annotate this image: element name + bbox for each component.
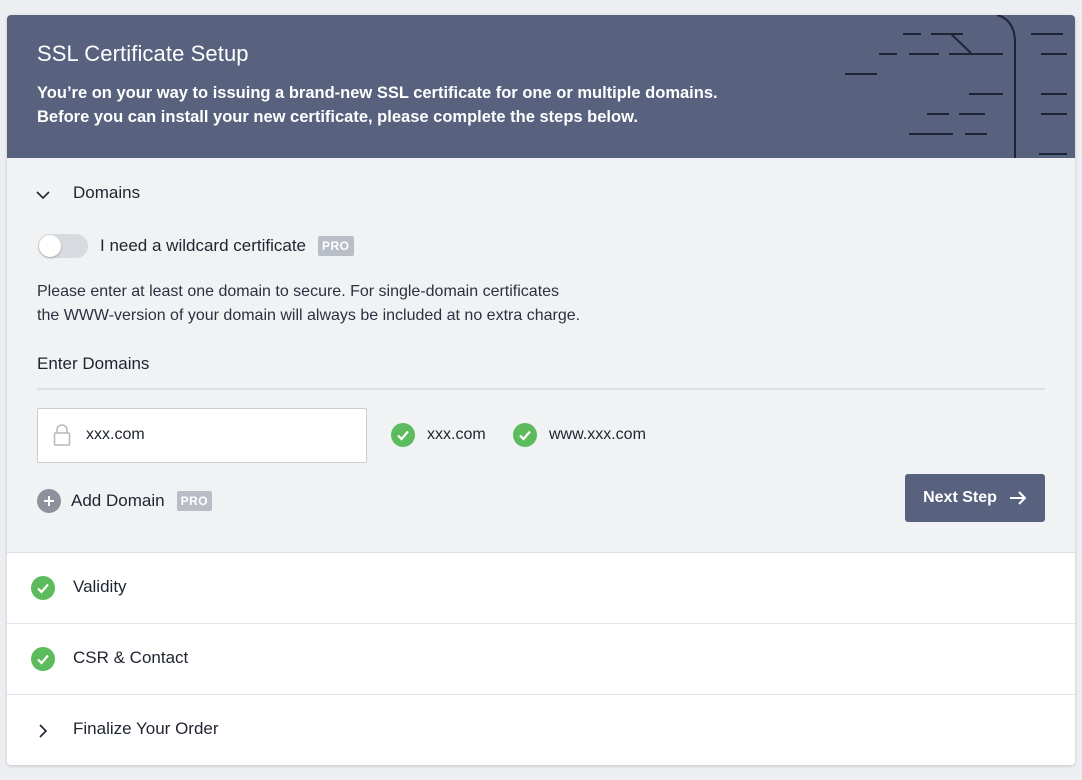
step-label: CSR & Contact xyxy=(73,648,189,667)
header-description-line-2: Before you can install your new certific… xyxy=(37,108,638,126)
instructions-line-1: Please enter at least one domain to secu… xyxy=(37,283,560,300)
setup-header: SSL Certificate Setup You’re on your way… xyxy=(7,15,1075,158)
validated-domain-1: xxx.com xyxy=(391,423,486,447)
step-label: Validity xyxy=(73,577,127,596)
step-label: Finalize Your Order xyxy=(73,719,219,738)
enter-domains-label: Enter Domains xyxy=(37,354,150,373)
next-step-label: Next Step xyxy=(923,489,997,506)
validated-domain-label: xxx.com xyxy=(427,426,486,443)
validated-domain-2: www.xxx.com xyxy=(513,423,646,447)
next-step-button[interactable]: Next Step xyxy=(905,474,1045,522)
check-circle-icon xyxy=(513,423,537,447)
domain-input-container xyxy=(37,408,367,463)
header-description-line-1: You’re on your way to issuing a brand-ne… xyxy=(37,84,718,102)
domains-section-header[interactable]: Domains xyxy=(7,158,1075,228)
toggle-knob xyxy=(39,235,61,257)
check-circle-icon xyxy=(31,647,55,671)
domain-instructions: Please enter at least one domain to secu… xyxy=(37,280,677,328)
domains-section-title: Domains xyxy=(73,183,141,202)
add-domain-label: Add Domain xyxy=(71,491,165,510)
page-title: SSL Certificate Setup xyxy=(37,41,249,66)
wildcard-row: I need a wildcard certificate PRO xyxy=(38,233,354,259)
plus-circle-icon xyxy=(37,489,61,513)
step-validity[interactable]: Validity xyxy=(7,553,1075,624)
decorative-lines-art xyxy=(845,15,1067,158)
wildcard-label: I need a wildcard certificate xyxy=(100,236,306,255)
step-csr-contact[interactable]: CSR & Contact xyxy=(7,624,1075,695)
chevron-right-icon xyxy=(39,724,48,738)
instructions-line-2: the WWW-version of your domain will alwa… xyxy=(37,307,581,324)
domains-panel: Domains I need a wildcard certificate PR… xyxy=(7,158,1075,553)
divider xyxy=(37,388,1045,390)
add-domain-button[interactable]: Add Domain PRO xyxy=(37,489,213,513)
check-circle-icon xyxy=(391,423,415,447)
domain-input[interactable] xyxy=(86,422,346,448)
pro-badge: PRO xyxy=(318,236,354,256)
lock-icon xyxy=(53,424,71,446)
arrow-right-icon xyxy=(1009,491,1027,505)
chevron-down-icon xyxy=(36,191,50,200)
header-description: You’re on your way to issuing a brand-ne… xyxy=(37,81,797,129)
pro-badge: PRO xyxy=(176,491,213,511)
step-finalize-order[interactable]: Finalize Your Order xyxy=(7,695,1075,765)
check-circle-icon xyxy=(31,576,55,600)
ssl-setup-card: SSL Certificate Setup You’re on your way… xyxy=(7,15,1075,765)
validated-domain-label: www.xxx.com xyxy=(549,426,646,443)
wildcard-toggle[interactable] xyxy=(38,234,88,258)
